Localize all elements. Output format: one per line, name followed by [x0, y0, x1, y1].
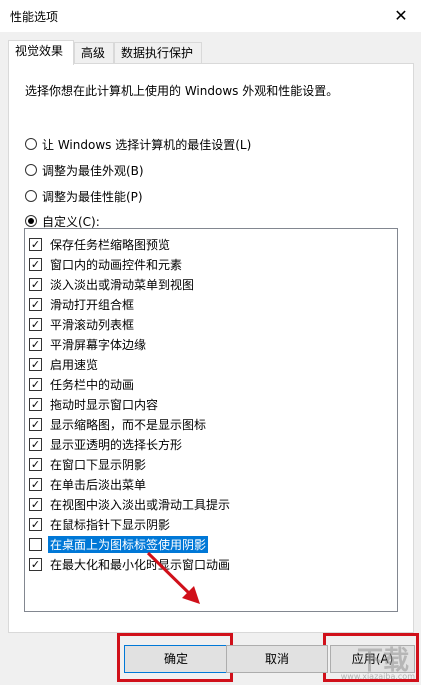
effect-option-label: 在单击后淡出菜单: [50, 477, 147, 492]
effect-option-row[interactable]: ✓ 在窗口下显示阴影: [29, 455, 148, 473]
effect-option-row[interactable]: ✓ 保存任务栏缩略图预览: [29, 235, 172, 253]
radio-best-performance[interactable]: 调整为最佳性能(P): [25, 187, 143, 205]
checkbox-checked[interactable]: ✓: [29, 337, 42, 351]
close-icon[interactable]: ✕: [381, 0, 421, 32]
effect-option-row[interactable]: ✓ 在单击后淡出菜单: [29, 475, 148, 493]
effect-option-label: 在桌面上为图标标签使用阴影: [48, 535, 209, 553]
effect-option-label: 显示亚透明的选择长方形: [50, 437, 183, 452]
radio-button[interactable]: [25, 138, 37, 150]
effect-option-label: 保存任务栏缩略图预览: [50, 237, 171, 252]
effect-option-label: 拖动时显示窗口内容: [50, 397, 159, 412]
ok-button[interactable]: 确定: [124, 645, 228, 673]
effect-option-label: 平滑滚动列表框: [50, 317, 135, 332]
checkbox-checked[interactable]: ✓: [29, 417, 42, 431]
radio-let-windows-choose[interactable]: 让 Windows 选择计算机的最佳设置(L): [25, 135, 251, 153]
checkbox-unchecked[interactable]: [29, 537, 42, 551]
checkbox-checked[interactable]: ✓: [29, 317, 42, 331]
checkbox-checked[interactable]: ✓: [29, 517, 42, 531]
radio-button[interactable]: [25, 164, 37, 176]
effect-option-label: 在最大化和最小化时显示窗口动画: [50, 557, 231, 572]
checkbox-checked[interactable]: ✓: [29, 557, 42, 571]
effect-option-row[interactable]: ✓ 启用速览: [29, 355, 100, 373]
checkbox-checked[interactable]: ✓: [29, 377, 42, 391]
effect-option-label: 在鼠标指针下显示阴影: [50, 517, 171, 532]
tab-dep[interactable]: 数据执行保护: [114, 42, 202, 63]
effect-option-row[interactable]: ✓ 平滑滚动列表框: [29, 315, 136, 333]
checkbox-checked[interactable]: ✓: [29, 297, 42, 311]
effect-option-row[interactable]: 在桌面上为图标标签使用阴影: [29, 535, 209, 553]
effect-option-label: 淡入淡出或滑动菜单到视图: [50, 277, 195, 292]
checkbox-checked[interactable]: ✓: [29, 257, 42, 271]
checkbox-checked[interactable]: ✓: [29, 497, 42, 511]
effect-option-label: 窗口内的动画控件和元素: [50, 257, 183, 272]
checkbox-checked[interactable]: ✓: [29, 237, 42, 251]
radio-label: 让 Windows 选择计算机的最佳设置(L): [42, 137, 252, 152]
title-bar: 性能选项 ✕: [0, 0, 421, 32]
effect-option-label: 任务栏中的动画: [50, 377, 135, 392]
radio-label: 调整为最佳外观(B): [42, 163, 144, 178]
effect-option-label: 启用速览: [50, 357, 99, 372]
checkbox-checked[interactable]: ✓: [29, 457, 42, 471]
tab-advanced[interactable]: 高级: [74, 42, 114, 63]
radio-button-checked[interactable]: [25, 215, 37, 227]
effect-option-row[interactable]: ✓ 在最大化和最小化时显示窗口动画: [29, 555, 232, 573]
radio-label: 调整为最佳性能(P): [42, 189, 143, 204]
panel-description: 选择你想在此计算机上使用的 Windows 外观和性能设置。: [25, 84, 339, 98]
checkbox-checked[interactable]: ✓: [29, 437, 42, 451]
checkbox-checked[interactable]: ✓: [29, 277, 42, 291]
effect-option-label: 平滑屏幕字体边缘: [50, 337, 147, 352]
effect-option-row[interactable]: ✓ 显示亚透明的选择长方形: [29, 435, 184, 453]
window-title: 性能选项: [10, 10, 59, 24]
visual-effects-panel: 选择你想在此计算机上使用的 Windows 外观和性能设置。 让 Windows…: [8, 63, 414, 633]
radio-best-appearance[interactable]: 调整为最佳外观(B): [25, 161, 144, 179]
performance-options-dialog: 性能选项 ✕ 视觉效果 高级 数据执行保护 选择你想在此计算机上使用的 Wind…: [0, 0, 421, 685]
effect-option-row[interactable]: ✓ 任务栏中的动画: [29, 375, 136, 393]
checkbox-checked[interactable]: ✓: [29, 477, 42, 491]
radio-label: 自定义(C):: [42, 214, 100, 229]
effect-option-row[interactable]: ✓ 窗口内的动画控件和元素: [29, 255, 184, 273]
effect-option-label: 滑动打开组合框: [50, 297, 135, 312]
effect-option-row[interactable]: ✓ 滑动打开组合框: [29, 295, 136, 313]
effect-option-label: 在视图中淡入淡出或滑动工具提示: [50, 497, 231, 512]
watermark-url: www.xiazaiba.com: [340, 672, 415, 681]
checkbox-checked[interactable]: ✓: [29, 357, 42, 371]
effect-option-row[interactable]: ✓ 拖动时显示窗口内容: [29, 395, 160, 413]
effect-option-row[interactable]: ✓ 平滑屏幕字体边缘: [29, 335, 148, 353]
radio-button[interactable]: [25, 190, 37, 202]
effect-option-row[interactable]: ✓ 淡入淡出或滑动菜单到视图: [29, 275, 196, 293]
effect-option-row[interactable]: ✓ 显示缩略图，而不是显示图标: [29, 415, 208, 433]
effect-option-label: 显示缩略图，而不是显示图标: [50, 417, 207, 432]
effect-option-label: 在窗口下显示阴影: [50, 457, 147, 472]
tab-visual-effects[interactable]: 视觉效果: [8, 40, 74, 65]
effect-option-row[interactable]: ✓ 在视图中淡入淡出或滑动工具提示: [29, 495, 232, 513]
checkbox-checked[interactable]: ✓: [29, 397, 42, 411]
effect-option-row[interactable]: ✓ 在鼠标指针下显示阴影: [29, 515, 172, 533]
cancel-button[interactable]: 取消: [226, 645, 328, 673]
effects-checkbox-list[interactable]: ✓ 保存任务栏缩略图预览 ✓ 窗口内的动画控件和元素 ✓ 淡入淡出或滑动菜单到视图 ✓ 滑动打…: [24, 228, 398, 612]
